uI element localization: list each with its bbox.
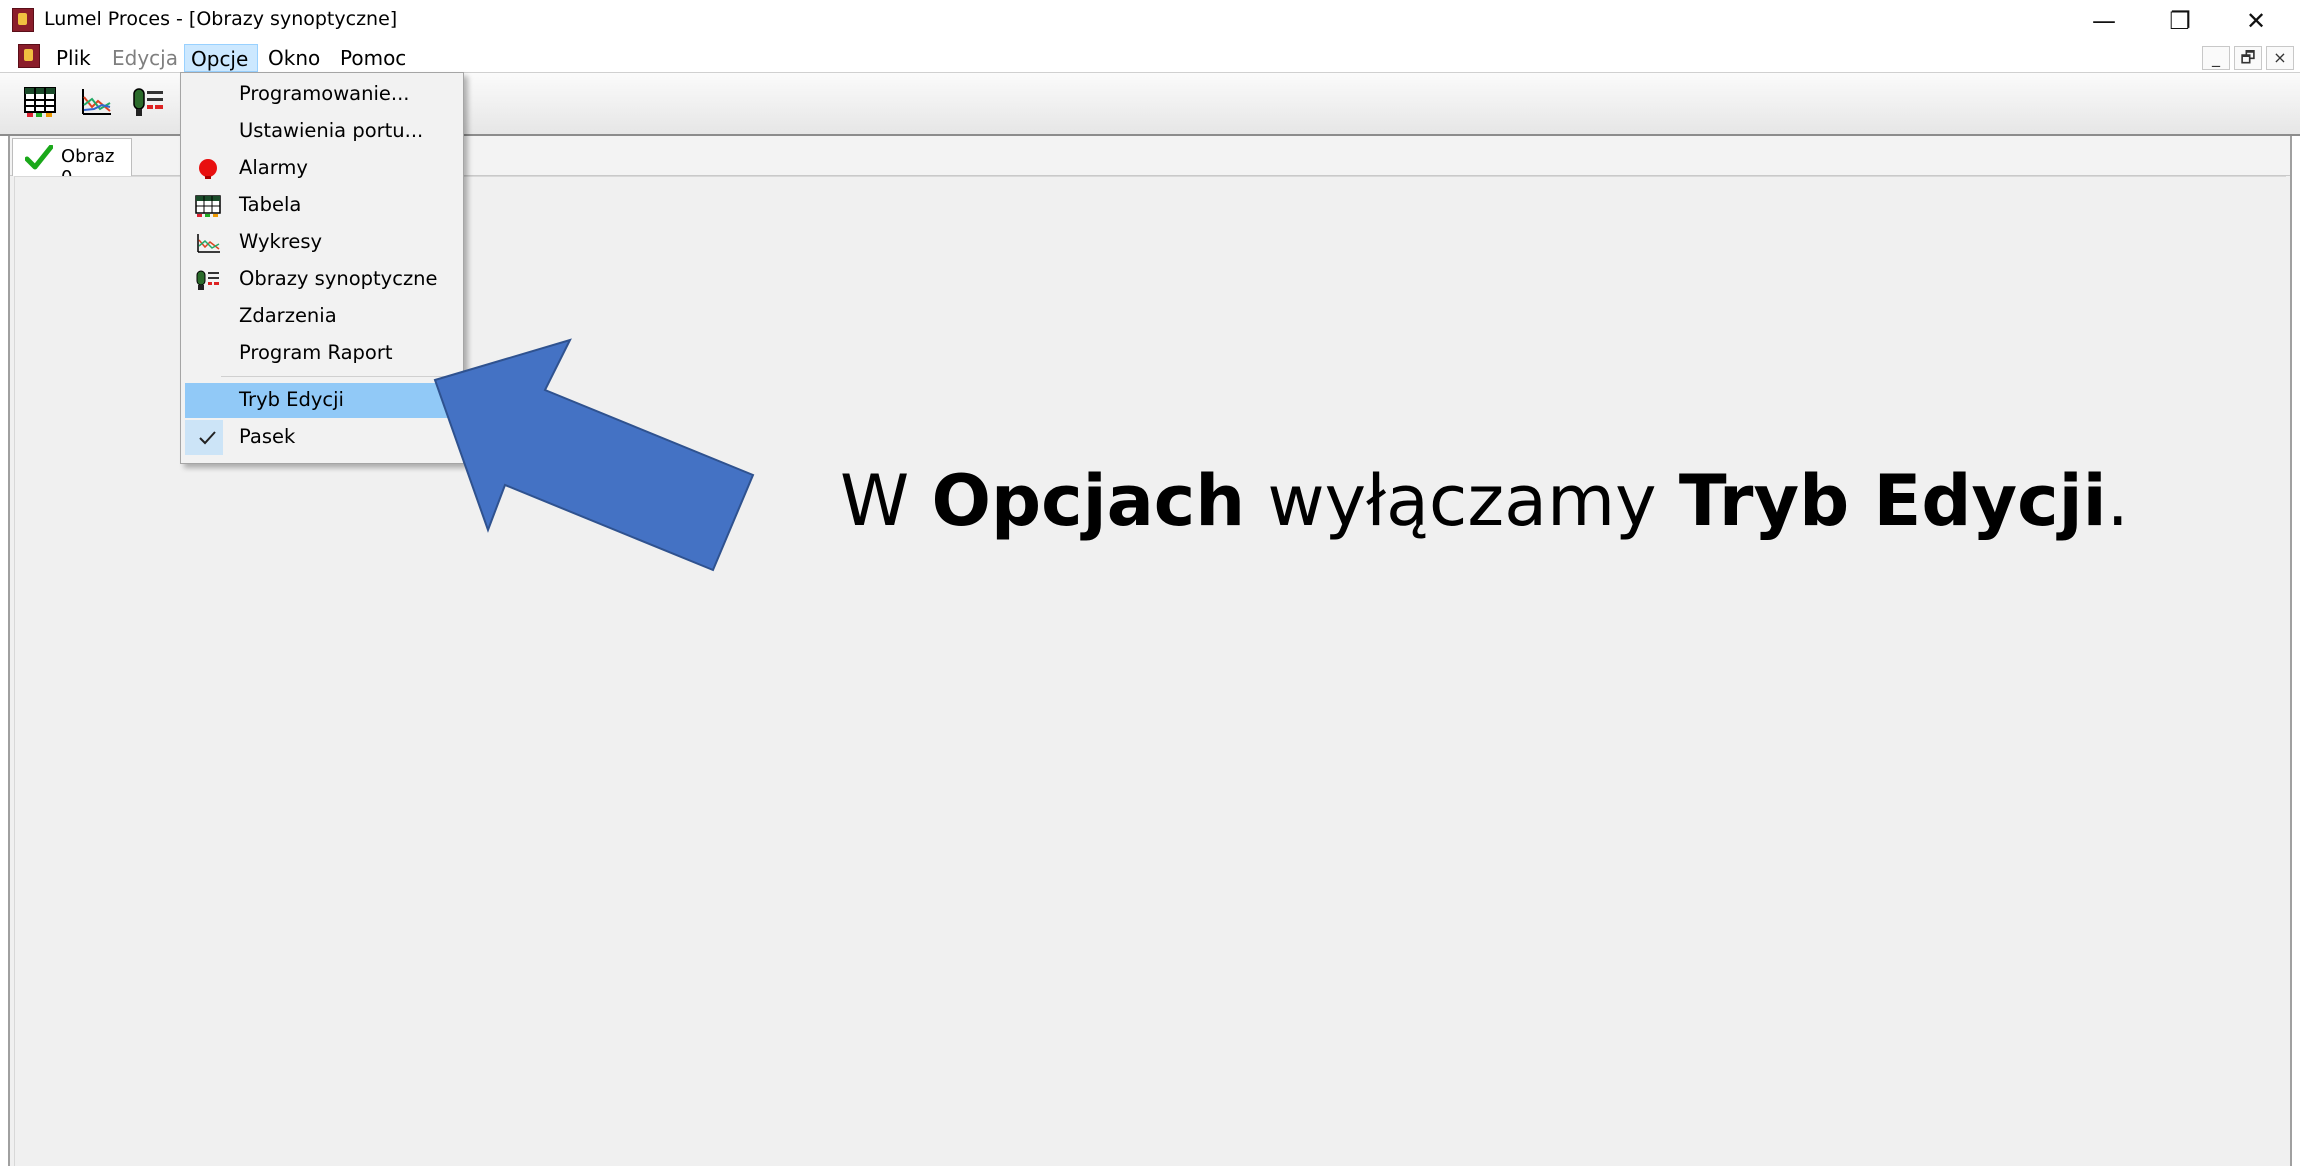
menu-item-label: Tabela (239, 193, 302, 216)
menu-item-programowanie[interactable]: Programowanie... (185, 77, 459, 112)
checkmark-icon (25, 145, 53, 170)
annotation-part5: . (2106, 460, 2129, 542)
restore-icon: ❐ (2169, 7, 2191, 35)
annotation-arrow (433, 338, 755, 572)
annotation-opcjach: Opcjach (931, 460, 1246, 542)
mdi-app-icon[interactable] (18, 44, 40, 68)
toolbar-synoptic-button[interactable] (130, 85, 168, 121)
annotation-part1: W (840, 460, 932, 542)
menu-item-obrazy-synoptyczne[interactable]: Obrazy synoptyczne (185, 262, 459, 297)
menu-item-label: Alarmy (239, 156, 308, 179)
title-bar: Lumel Proces - [Obrazy synoptyczne] — ❐ … (0, 0, 2300, 42)
mdi-close-button[interactable]: × (2266, 46, 2294, 70)
menu-bar: Plik Edycja Opcje Okno Pomoc (0, 42, 2300, 72)
checkmark-icon (199, 431, 216, 445)
menu-item-label: Ustawienia portu... (239, 119, 424, 142)
chart-icon (82, 89, 111, 115)
toolbar-chart-button[interactable] (78, 85, 116, 121)
menu-edycja[interactable]: Edycja (106, 44, 184, 72)
menu-item-label: Obrazy synoptyczne (239, 267, 438, 290)
menu-item-label: Zdarzenia (239, 304, 337, 327)
menu-item-label: Program Raport (239, 341, 393, 364)
mdi-minimize-button[interactable]: _ (2202, 46, 2230, 70)
menu-item-label: Pasek (239, 425, 296, 448)
close-icon: ✕ (2245, 7, 2267, 35)
synoptic-icon (133, 88, 163, 116)
restore-button[interactable]: ❐ (2142, 0, 2218, 42)
minimize-button[interactable]: — (2066, 0, 2142, 42)
table-icon (24, 87, 56, 117)
tab-obraz-0[interactable]: Obraz 0 (12, 138, 132, 188)
annotation-text: W Opcjach wyłączamy Tryb Edycji. (840, 460, 2129, 542)
menu-item-label: Programowanie... (239, 82, 410, 105)
menu-item-pasek[interactable]: Pasek (185, 420, 459, 455)
menu-item-zdarzenia[interactable]: Zdarzenia (185, 299, 459, 334)
red-dot-icon (199, 159, 217, 179)
synoptic-icon (196, 270, 219, 290)
menu-opcje[interactable]: Opcje (184, 44, 258, 72)
menu-item-label: Tryb Edycji (239, 388, 344, 411)
app-icon[interactable] (12, 8, 34, 32)
menu-item-tabela[interactable]: Tabela (185, 188, 459, 223)
mdi-close-icon: × (2273, 48, 2287, 67)
menu-item-tryb-edycji[interactable]: Tryb Edycji (185, 383, 459, 418)
menu-okno[interactable]: Okno (262, 44, 326, 72)
window-title: Lumel Proces - [Obrazy synoptyczne] (44, 8, 398, 30)
menu-item-ustawienia-portu[interactable]: Ustawienia portu... (185, 114, 459, 149)
minimize-icon: — (2092, 7, 2116, 35)
menu-item-wykresy[interactable]: Wykresy (185, 225, 459, 260)
table-icon (195, 195, 221, 217)
menu-plik[interactable]: Plik (50, 44, 97, 72)
mdi-restore-button[interactable]: 🗗 (2234, 46, 2262, 70)
close-button[interactable]: ✕ (2218, 0, 2294, 42)
menu-item-alarmy[interactable]: Alarmy (185, 151, 459, 186)
menu-item-program-raport[interactable]: Program Raport (185, 336, 459, 371)
mdi-restore-icon: 🗗 (2240, 48, 2256, 67)
chart-icon (197, 234, 220, 253)
toolbar-table-button[interactable] (22, 85, 60, 121)
annotation-tryb-edycji: Tryb Edycji (1678, 460, 2107, 542)
annotation-part3: wyłączamy (1245, 460, 1679, 542)
mdi-minimize-icon: _ (2212, 48, 2220, 67)
menu-pomoc[interactable]: Pomoc (334, 44, 412, 72)
menu-item-label: Wykresy (239, 230, 323, 253)
